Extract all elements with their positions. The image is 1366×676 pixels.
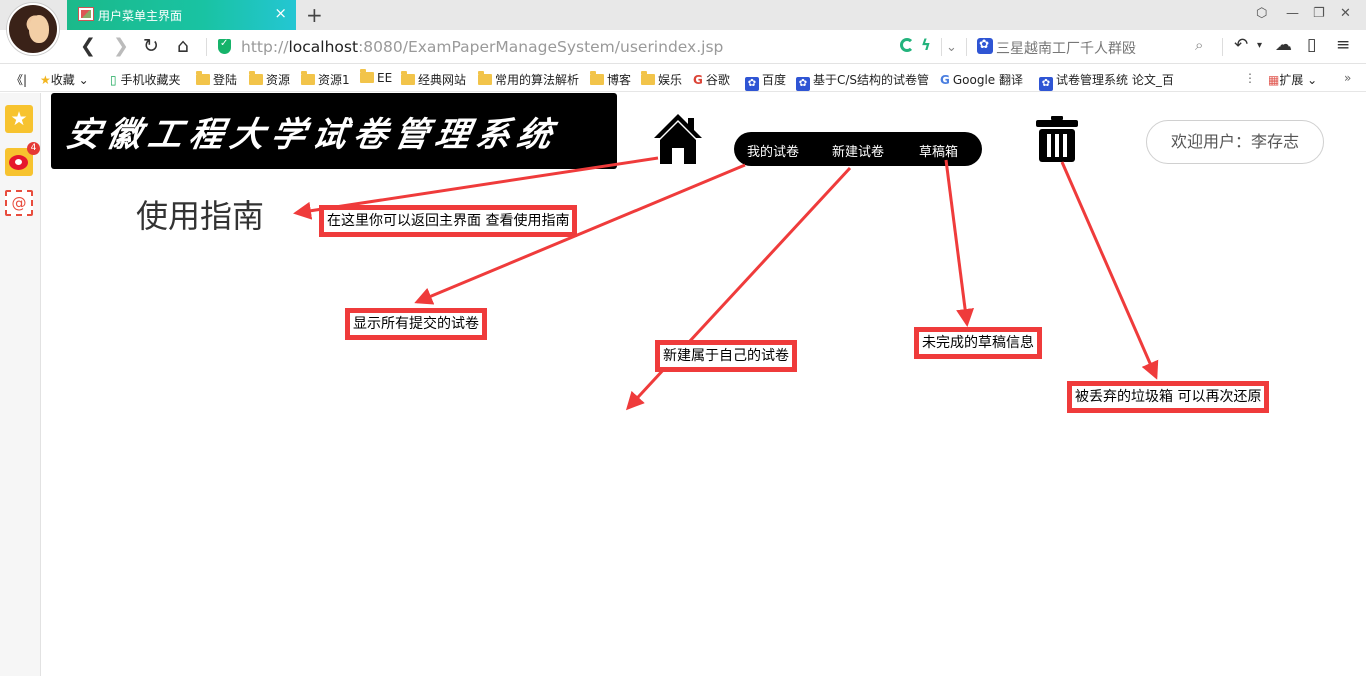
- browser-tab-bar: 用户菜单主界面 × + ⬡ — ❐ ✕: [0, 0, 1366, 30]
- page-title: 使用指南: [136, 197, 265, 235]
- divider: [941, 38, 942, 56]
- bookmark-baidu[interactable]: ✿ 百度: [745, 71, 786, 91]
- tab-close-icon[interactable]: ×: [274, 4, 287, 22]
- bookmark-folder[interactable]: 资源1: [301, 71, 350, 88]
- menu-icon[interactable]: ≡: [1336, 35, 1350, 55]
- bookmarks-bar: 《| ★收藏 ⌄ ▯ 手机收藏夹 登陆 资源 资源1 EE 经典网站 常用的算法…: [0, 64, 1366, 92]
- search-input[interactable]: 三星越南工厂千人群殴: [996, 38, 1136, 58]
- arrow-drafts: [944, 159, 975, 327]
- folder-icon: [196, 71, 210, 85]
- baidu-icon: ✿: [796, 77, 810, 91]
- undo-menu-chevron-icon[interactable]: ▾: [1257, 40, 1262, 51]
- annotation-drafts: 未完成的草稿信息: [914, 327, 1042, 359]
- bookmark-folder[interactable]: 博客: [590, 71, 631, 88]
- bookmark-mobile[interactable]: ▯ 手机收藏夹: [110, 71, 180, 88]
- weibo-icon[interactable]: 4: [5, 142, 40, 176]
- divider: [966, 38, 967, 56]
- folder-icon: [249, 71, 263, 85]
- bookmark-folder[interactable]: 登陆: [196, 71, 237, 88]
- favorites-star-icon[interactable]: ★: [5, 105, 33, 133]
- bookmarks-more-icon[interactable]: ⋮: [1244, 71, 1256, 85]
- url-field[interactable]: http://localhost:8080/ExamPaperManageSys…: [241, 38, 723, 56]
- new-tab-button[interactable]: +: [306, 3, 323, 27]
- main-menu: 我的试卷 新建试卷 草稿箱: [734, 132, 982, 166]
- folder-icon: [590, 71, 604, 85]
- undo-icon[interactable]: ↶: [1234, 35, 1248, 55]
- divider: [206, 38, 207, 56]
- user-avatar[interactable]: [7, 3, 59, 55]
- arrow-trash: [1060, 161, 1159, 380]
- bookmark-folder[interactable]: 娱乐: [641, 71, 682, 88]
- bookmarks-overflow-icon[interactable]: »: [1344, 71, 1351, 85]
- folder-icon: [641, 71, 655, 85]
- close-window-icon[interactable]: ✕: [1340, 6, 1351, 21]
- site-title: 安徽工程大学试卷管理系统: [62, 115, 562, 155]
- menu-item-my-papers[interactable]: 我的试卷: [747, 141, 799, 160]
- bookmark-folder[interactable]: 经典网站: [401, 71, 466, 88]
- annotation-new-paper: 新建属于自己的试卷: [655, 340, 797, 372]
- trash-icon[interactable]: [1036, 116, 1078, 162]
- folder-icon: [360, 69, 374, 83]
- baidu-search-engine-icon[interactable]: [977, 37, 993, 54]
- home-icon[interactable]: [652, 112, 704, 166]
- browser-sidebar: ★ 4 @: [0, 93, 41, 676]
- back-icon[interactable]: ❮: [80, 35, 96, 57]
- minimize-icon[interactable]: —: [1286, 6, 1299, 21]
- divider: [1222, 38, 1223, 56]
- bookmark-folder[interactable]: 常用的算法解析: [478, 71, 579, 88]
- bookmark-google[interactable]: G 谷歌: [693, 71, 730, 88]
- bookmark-link[interactable]: ✿ 基于C/S结构的试卷管: [796, 71, 929, 91]
- search-icon[interactable]: ⌕: [1195, 36, 1203, 54]
- chevron-down-icon[interactable]: ⌄: [946, 37, 957, 59]
- refresh-icon[interactable]: ↻: [143, 35, 159, 57]
- arrow-new-paper: [625, 166, 852, 411]
- bookmark-favorites[interactable]: ★收藏 ⌄: [40, 71, 89, 88]
- folder-icon: [478, 71, 492, 85]
- mail-icon[interactable]: @: [5, 190, 33, 216]
- home-icon[interactable]: ⌂: [177, 35, 189, 57]
- speed-icon[interactable]: ϟ: [921, 36, 931, 54]
- restore-icon[interactable]: ❐: [1313, 6, 1325, 21]
- annotation-my-papers: 显示所有提交的试卷: [345, 308, 487, 340]
- bookmark-link[interactable]: ✿ 试卷管理系统 论文_百: [1039, 71, 1174, 91]
- bookmark-folder[interactable]: EE: [360, 69, 392, 85]
- baidu-icon: ✿: [1039, 77, 1053, 91]
- tab-title: 用户菜单主界面: [98, 9, 183, 23]
- skin-icon[interactable]: ⬡: [1256, 6, 1267, 21]
- active-tab[interactable]: 用户菜单主界面 ×: [67, 0, 296, 30]
- sidebar-toggle-icon[interactable]: 《|: [11, 71, 27, 88]
- extensions-button[interactable]: ▦扩展 ⌄: [1268, 71, 1317, 88]
- notification-badge: 4: [27, 142, 40, 155]
- bookmark-folder[interactable]: 资源: [249, 71, 290, 88]
- folder-icon: [401, 71, 415, 85]
- menu-item-drafts[interactable]: 草稿箱: [919, 141, 958, 160]
- folder-icon: [301, 71, 315, 85]
- page-favicon-icon: [78, 7, 94, 21]
- welcome-user-badge[interactable]: 欢迎用户：李存志: [1146, 120, 1324, 164]
- url-host: localhost: [288, 38, 359, 56]
- forward-icon[interactable]: ❯: [113, 35, 129, 57]
- google-icon: G: [693, 73, 703, 87]
- address-bar: ❮ ❯ ↻ ⌂ http://localhost:8080/ExamPaperM…: [0, 30, 1366, 64]
- loading-icon: [900, 38, 914, 52]
- annotation-home: 在这里你可以返回主界面 查看使用指南: [319, 205, 578, 237]
- annotation-trash: 被丢弃的垃圾箱 可以再次还原: [1067, 381, 1270, 413]
- cloud-icon[interactable]: ☁: [1275, 35, 1292, 55]
- security-shield-icon[interactable]: [218, 38, 231, 54]
- phone-icon[interactable]: ▯: [1307, 35, 1316, 55]
- translate-icon: G: [940, 73, 950, 87]
- baidu-icon: ✿: [745, 77, 759, 91]
- menu-item-new-paper[interactable]: 新建试卷: [832, 141, 884, 160]
- site-logo: 安徽工程大学试卷管理系统: [51, 93, 617, 169]
- bookmark-google-translate[interactable]: G Google 翻译: [940, 71, 1023, 88]
